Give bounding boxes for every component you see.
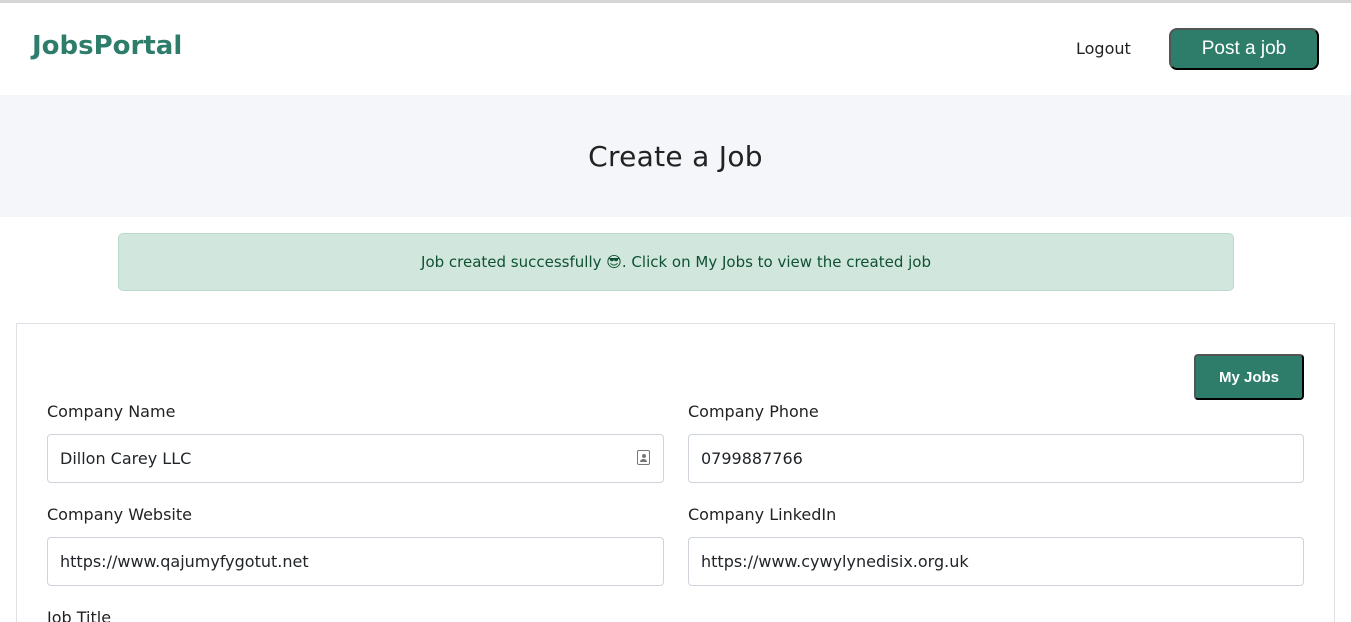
company-website-label: Company Website	[47, 505, 192, 524]
page-header: Create a Job	[0, 95, 1351, 217]
company-name-input[interactable]	[47, 434, 664, 483]
job-title-label: Job Title	[47, 608, 112, 622]
contact-card-icon[interactable]	[637, 450, 650, 465]
job-form-card: My Jobs Company Name Company Phone Compa…	[16, 323, 1335, 622]
navbar: JobsPortal Logout Post a job	[0, 3, 1351, 95]
logout-link[interactable]: Logout	[1076, 39, 1131, 58]
my-jobs-button[interactable]: My Jobs	[1194, 354, 1304, 400]
company-phone-label: Company Phone	[688, 402, 819, 421]
company-website-input[interactable]	[47, 537, 664, 586]
company-linkedin-input[interactable]	[688, 537, 1304, 586]
brand-logo[interactable]: JobsPortal	[32, 31, 182, 61]
success-alert-message: Job created successfully 😎. Click on My …	[421, 253, 931, 271]
page-title: Create a Job	[588, 139, 763, 173]
company-name-label: Company Name	[47, 402, 176, 421]
company-phone-input[interactable]	[688, 434, 1304, 483]
post-job-button[interactable]: Post a job	[1169, 28, 1319, 70]
success-alert: Job created successfully 😎. Click on My …	[118, 233, 1234, 291]
company-linkedin-label: Company LinkedIn	[688, 505, 837, 524]
